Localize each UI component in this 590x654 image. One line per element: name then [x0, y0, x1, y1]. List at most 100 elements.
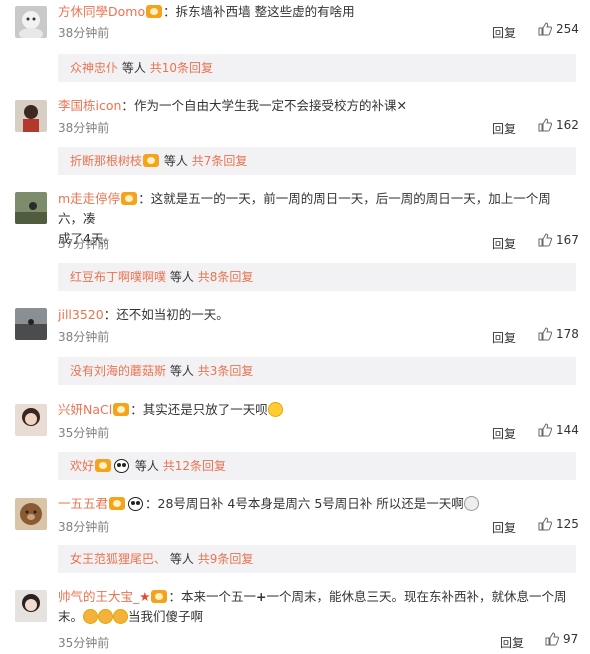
comment-item: 李国栋icon：作为一个自由大学生我一定不会接受校方的补课✕ 38分钟前 回复 …	[0, 92, 590, 184]
username[interactable]: 李国栋icon	[58, 98, 121, 113]
sub-replies[interactable]: 红豆布丁啊噗啊噗 等人 共8条回复	[58, 263, 576, 291]
like-button[interactable]: 254	[538, 22, 579, 36]
sub-reply-mid: 等人	[169, 364, 194, 378]
avatar[interactable]	[15, 404, 47, 436]
comment-text: 兴妍NaCl ：其实还是只放了一天呗	[58, 400, 572, 420]
like-count: 167	[556, 233, 579, 247]
separator: ：	[168, 589, 181, 604]
like-button[interactable]: 97	[545, 632, 578, 646]
sub-reply-total[interactable]: 共10条回复	[150, 61, 213, 75]
sub-reply-user[interactable]: 没有刘海的蘑菇斯	[70, 364, 166, 378]
sub-replies[interactable]: 没有刘海的蘑菇斯 等人 共3条回复	[58, 357, 576, 385]
comment-body-b: 一个周末，能休息三天。现在东补西补，就休息一个周	[266, 589, 567, 604]
username[interactable]: 帅气的王大宝_	[58, 589, 139, 604]
comment-text: 一五五君 ：28号周日补 4号本身是周六 5号周日补 所以还是一天啊	[58, 494, 572, 514]
sub-reply-mid: 等人	[163, 154, 188, 168]
thumbs-up-icon	[538, 118, 552, 132]
comment-text: 李国栋icon：作为一个自由大学生我一定不会接受校方的补课✕	[58, 96, 572, 116]
like-button[interactable]: 162	[538, 118, 579, 132]
separator: ：	[121, 98, 134, 113]
thumbs-up-icon	[538, 423, 552, 437]
avatar[interactable]	[15, 100, 47, 132]
sub-reply-total[interactable]: 共9条回复	[198, 552, 254, 566]
like-count: 178	[556, 327, 579, 341]
sub-replies[interactable]: 折断那根树枝 等人 共7条回复	[58, 147, 576, 175]
like-count: 144	[556, 423, 579, 437]
comment-body-cont: 末。	[58, 609, 84, 624]
avatar[interactable]	[15, 192, 47, 224]
sub-reply-total[interactable]: 共7条回复	[192, 154, 248, 168]
reply-button[interactable]: 回复	[492, 329, 516, 346]
timestamp: 35分钟前	[58, 426, 110, 440]
sub-reply-mid: 等人	[169, 552, 194, 566]
reply-button[interactable]: 回复	[492, 235, 516, 252]
sub-replies[interactable]: 欢好 等人 共12条回复	[58, 452, 576, 480]
cross-mark-icon: ✕	[396, 98, 407, 113]
laughing-emoji-icon	[267, 402, 283, 417]
vip-badge-icon	[121, 192, 138, 205]
reply-button[interactable]: 回复	[492, 519, 516, 536]
comment-text: 方休同學Domo ：拆东墙补西墙 整这些虚的有啥用	[58, 2, 572, 22]
reply-button[interactable]: 回复	[500, 634, 524, 651]
dizzy-emoji-icon	[463, 496, 479, 511]
sub-replies[interactable]: 女王范狐狸尾巴、 等人 共9条回复	[58, 545, 576, 573]
reply-button[interactable]: 回复	[492, 120, 516, 137]
username[interactable]: m走走停停	[58, 191, 120, 206]
comment-body: 还不如当初的一天。	[116, 307, 229, 322]
timestamp: 38分钟前	[58, 26, 110, 40]
comment-body: 拆东墙补西墙 整这些虚的有啥用	[175, 4, 355, 19]
username[interactable]: 一五五君	[58, 496, 108, 511]
panda-badge-icon	[128, 497, 144, 511]
like-button[interactable]: 125	[538, 517, 579, 531]
thumbs-up-icon	[545, 632, 559, 646]
avatar[interactable]	[15, 6, 47, 38]
like-button[interactable]: 167	[538, 233, 579, 247]
comment-body: 本来一个五一	[181, 589, 257, 604]
vip-badge-icon	[109, 497, 126, 510]
separator: ：	[130, 402, 143, 417]
timestamp: 37分钟前	[58, 237, 110, 251]
comment-body: 作为一个自由大学生我一定不会接受校方的补课	[133, 98, 397, 113]
separator: ：	[138, 191, 151, 206]
avatar[interactable]	[15, 308, 47, 340]
sub-reply-mid: 等人	[134, 459, 159, 473]
vip-badge-icon	[146, 5, 163, 18]
reply-button[interactable]: 回复	[492, 24, 516, 41]
angry-emoji-icon	[113, 609, 129, 624]
comment-body-cont-b: 当我们傻子啊	[128, 609, 204, 624]
username[interactable]: 方休同學Domo	[58, 4, 145, 19]
timestamp: 38分钟前	[58, 520, 110, 534]
avatar[interactable]	[15, 498, 47, 530]
sub-reply-total[interactable]: 共12条回复	[163, 459, 226, 473]
separator: ：	[163, 4, 176, 19]
comment-item: 一五五君 ：28号周日补 4号本身是周六 5号周日补 所以还是一天啊 38分钟前 …	[0, 490, 590, 582]
angry-emoji-icon	[98, 609, 114, 624]
comment-item: 兴妍NaCl ：其实还是只放了一天呗 35分钟前 回复 144 欢好 等人 共12…	[0, 396, 590, 488]
comment-text: jill3520：还不如当初的一天。	[58, 305, 572, 325]
comment-item: 帅气的王大宝_★ ：本来一个五一+一个周末，能休息三天。现在东补西补，就休息一个周…	[0, 584, 590, 654]
thumbs-up-icon	[538, 327, 552, 341]
like-button[interactable]: 144	[538, 423, 579, 437]
vip-badge-icon	[151, 590, 168, 603]
sub-reply-user[interactable]: 众神忠仆	[70, 61, 118, 75]
sub-reply-user[interactable]: 折断那根树枝	[70, 154, 142, 168]
sub-reply-user[interactable]: 女王范狐狸尾巴、	[70, 552, 166, 566]
username[interactable]: jill3520	[58, 307, 104, 322]
comment-body: 其实还是只放了一天呗	[142, 402, 268, 417]
sub-reply-user[interactable]: 红豆布丁啊噗啊噗	[70, 270, 166, 284]
like-button[interactable]: 178	[538, 327, 579, 341]
avatar[interactable]	[15, 590, 47, 622]
like-count: 254	[556, 22, 579, 36]
like-count: 162	[556, 118, 579, 132]
comment-item: 方休同學Domo ：拆东墙补西墙 整这些虚的有啥用 38分钟前 回复 254 众神…	[0, 0, 590, 92]
vip-badge-icon	[113, 403, 130, 416]
sub-reply-user[interactable]: 欢好	[70, 459, 94, 473]
sub-reply-total[interactable]: 共8条回复	[198, 270, 254, 284]
sub-replies[interactable]: 众神忠仆 等人 共10条回复	[58, 54, 576, 82]
reply-button[interactable]: 回复	[492, 425, 516, 442]
comment-item: jill3520：还不如当初的一天。 38分钟前 回复 178 没有刘海的蘑菇斯…	[0, 300, 590, 392]
username[interactable]: 兴妍NaCl	[58, 402, 112, 417]
sub-reply-total[interactable]: 共3条回复	[198, 364, 254, 378]
thumbs-up-icon	[538, 22, 552, 36]
timestamp: 38分钟前	[58, 121, 110, 135]
